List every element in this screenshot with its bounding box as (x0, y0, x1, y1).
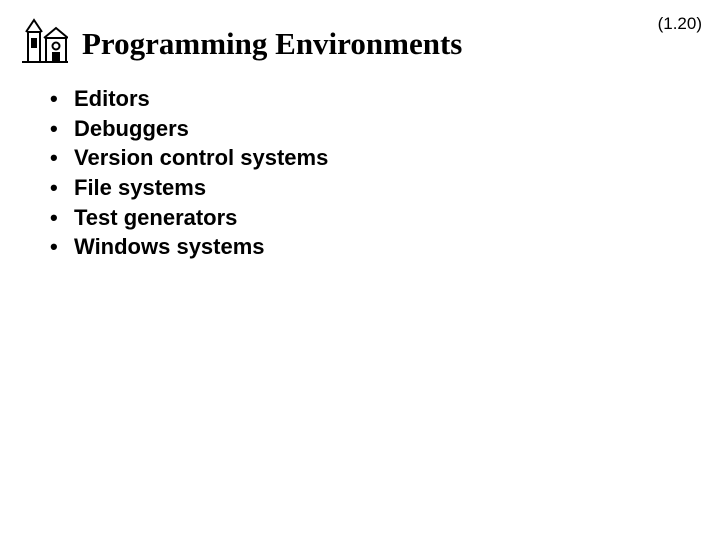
bullet-list: Editors Debuggers Version control system… (50, 84, 720, 262)
slide-header: Programming Environments (0, 0, 720, 64)
page-number: (1.20) (658, 14, 702, 34)
slide-content: Editors Debuggers Version control system… (0, 64, 720, 262)
list-item: Version control systems (50, 143, 720, 173)
list-item: Windows systems (50, 232, 720, 262)
list-item: Debuggers (50, 114, 720, 144)
list-item: File systems (50, 173, 720, 203)
list-item: Test generators (50, 203, 720, 233)
list-item: Editors (50, 84, 720, 114)
church-icon (22, 18, 68, 64)
slide-title: Programming Environments (82, 26, 462, 64)
